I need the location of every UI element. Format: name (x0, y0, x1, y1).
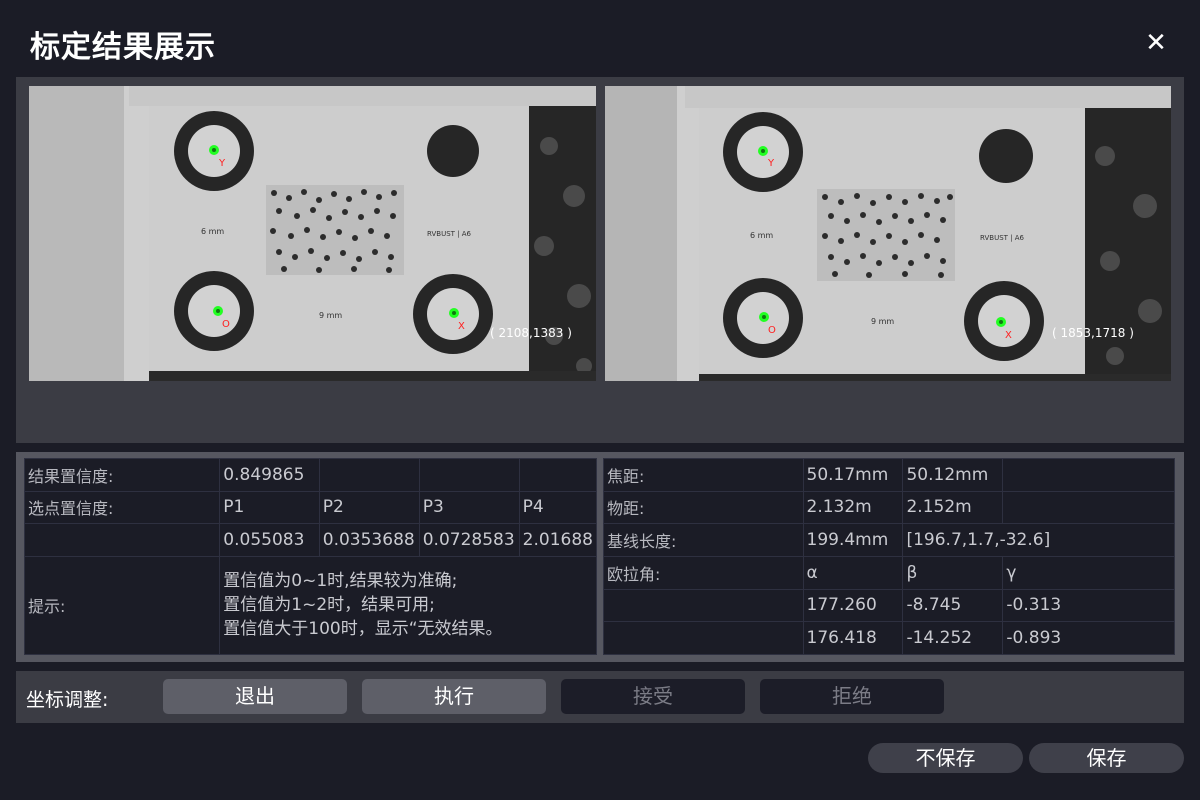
distance-value-right: 2.152m (902, 490, 1004, 525)
euler-header-alpha: α (802, 555, 904, 590)
distance-label: 物距: (603, 490, 804, 525)
point-header: P3 (418, 490, 520, 525)
euler-label: 欧拉角: (603, 555, 804, 590)
euler-value: 177.260 (802, 588, 904, 623)
svg-text:X: X (458, 321, 465, 332)
results-panel: 结果置信度: 0.849865 选点置信度: P1 P2 P3 P4 0.055… (16, 452, 1184, 662)
result-confidence-value: 0.849865 (219, 458, 320, 492)
tip-line: 置信值大于100时，显示“无效结果。 (223, 619, 503, 640)
accept-button[interactable]: 接受 (561, 679, 745, 714)
svg-text:9 mm: 9 mm (871, 317, 894, 326)
svg-text:X: X (1005, 330, 1012, 341)
confidence-table: 结果置信度: 0.849865 选点置信度: P1 P2 P3 P4 0.055… (23, 458, 598, 656)
tip-line: 置信值为1~2时，结果可用; (223, 595, 435, 616)
point-header: P1 (219, 490, 320, 525)
close-icon[interactable]: ✕ (1143, 30, 1169, 56)
svg-text:6 mm: 6 mm (750, 231, 773, 240)
svg-text:O: O (768, 325, 776, 336)
svg-text:Y: Y (218, 158, 226, 169)
euler-value: -0.893 (1002, 621, 1175, 655)
svg-text:6 mm: 6 mm (201, 227, 224, 236)
tip-line: 置信值为0~1时,结果较为准确; (223, 571, 458, 592)
left-image-coord: ( 2108,1383 ) (490, 326, 572, 340)
coordinate-adjust-bar: 坐标调整: 退出 执行 接受 拒绝 (16, 671, 1184, 723)
tips-text: 置信值为0~1时,结果较为准确; 置信值为1~2时，结果可用; 置信值大于100… (219, 555, 597, 656)
baseline-vector: [196.7,1.7,-32.6] (902, 523, 1175, 557)
baseline-length: 199.4mm (802, 523, 904, 557)
svg-text:RVBUST | A6: RVBUST | A6 (980, 234, 1025, 242)
point-confidence-label: 选点置信度: (23, 490, 221, 525)
svg-text:9 mm: 9 mm (319, 311, 342, 320)
coordinate-adjust-label: 坐标调整: (26, 689, 109, 711)
focal-value-right: 50.12mm (902, 458, 1004, 492)
euler-header-beta: β (902, 555, 1004, 590)
point-header: P2 (318, 490, 420, 525)
save-button[interactable]: 保存 (1029, 743, 1184, 773)
point-value: 0.055083 (219, 523, 320, 557)
point-value: 0.0728583 (418, 523, 520, 557)
execute-button[interactable]: 执行 (362, 679, 546, 714)
result-confidence-label: 结果置信度: (23, 458, 221, 492)
point-value: 0.0353688 (318, 523, 420, 557)
euler-value: 176.418 (802, 621, 904, 655)
point-header: P4 (518, 490, 598, 525)
exit-button[interactable]: 退出 (163, 679, 347, 714)
svg-text:O: O (222, 319, 230, 330)
svg-text:Y: Y (767, 158, 775, 169)
euler-value: -0.313 (1002, 588, 1175, 623)
euler-header-gamma: γ (1002, 555, 1175, 590)
point-value: 2.01688 (518, 523, 598, 557)
camera-params-table: 焦距: 50.17mm 50.12mm 物距: 2.132m 2.152m 基线… (603, 458, 1175, 655)
right-image-coord: ( 1853,1718 ) (1052, 326, 1134, 340)
reject-button[interactable]: 拒绝 (760, 679, 944, 714)
image-panel: 6 mm 9 mm RVBUST | A6 Y O X 6 mm 9 mm RV… (16, 77, 1184, 443)
distance-value-left: 2.132m (802, 490, 904, 525)
svg-text:RVBUST | A6: RVBUST | A6 (427, 230, 472, 238)
dialog-title: 标定结果展示 (30, 30, 216, 65)
euler-value: -8.745 (902, 588, 1004, 623)
no-save-button[interactable]: 不保存 (868, 743, 1023, 773)
focal-value-left: 50.17mm (802, 458, 904, 492)
euler-value: -14.252 (902, 621, 1004, 655)
baseline-label: 基线长度: (603, 523, 804, 557)
tips-label: 提示: (23, 555, 221, 656)
focal-label: 焦距: (603, 458, 804, 492)
